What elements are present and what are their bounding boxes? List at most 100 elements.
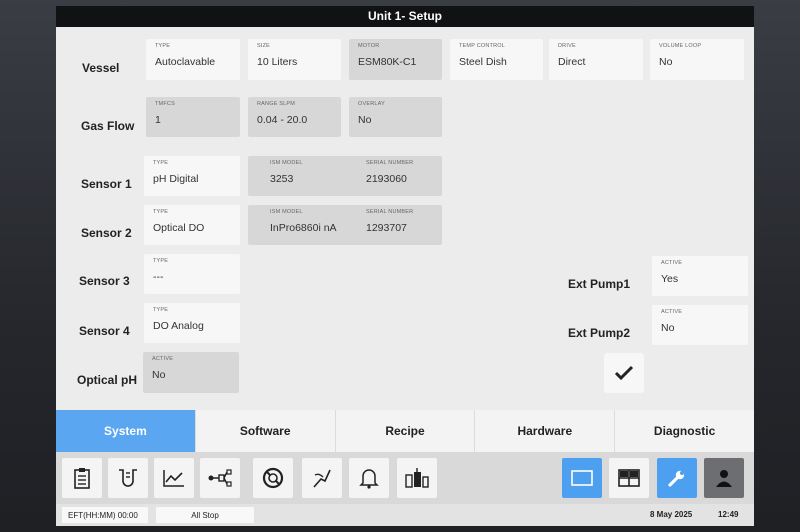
ext-pump1-active-field[interactable]: ACTIVE Yes: [652, 256, 748, 296]
setup-button[interactable]: [657, 458, 697, 498]
confirm-button[interactable]: [604, 353, 644, 393]
sensor3-type-field[interactable]: TYPE ---: [144, 254, 240, 294]
probe-button[interactable]: [302, 458, 342, 498]
field-value: DO Analog: [153, 320, 204, 332]
field-label: VOLUME LOOP: [659, 43, 702, 49]
ext-pump1-label: Ext Pump1: [568, 277, 631, 291]
row-label-gasflow: Gas Flow: [81, 119, 135, 133]
field-value: Yes: [661, 273, 679, 285]
user-icon: [716, 470, 732, 487]
sensor4-type-field[interactable]: TYPE DO Analog: [144, 303, 240, 343]
field-value: 10 Liters: [257, 56, 298, 68]
trend-button[interactable]: [154, 458, 194, 498]
optical-ph-active-field[interactable]: ACTIVE No: [143, 352, 239, 393]
vessel-temp-control-field[interactable]: TEMP CONTROL Steel Dish: [450, 39, 543, 80]
gasflow-range-field[interactable]: RANGE SLPM 0.04 - 20.0: [248, 97, 341, 137]
tab-hardware[interactable]: Hardware: [475, 410, 616, 452]
row-label-sensor2: Sensor 2: [81, 226, 132, 240]
row-label-sensor4: Sensor 4: [79, 324, 130, 338]
flow-button[interactable]: [200, 458, 240, 498]
screen: Unit 1- Setup Vessel TYPE Autoclavable S…: [56, 6, 754, 526]
flow-diagram-icon: [208, 469, 232, 487]
tab-recipe[interactable]: Recipe: [336, 410, 476, 452]
field-label: TYPE: [153, 209, 169, 215]
clipboard-button[interactable]: [62, 458, 102, 498]
vessel-volume-loop-field[interactable]: VOLUME LOOP No: [650, 39, 744, 80]
bioreactor-icon: [405, 468, 429, 488]
field-label: OVERLAY: [358, 101, 385, 107]
clipboard-icon: [74, 468, 90, 489]
field-value: pH Digital: [153, 173, 199, 185]
tab-system[interactable]: System: [56, 410, 196, 452]
field-value: 0.04 - 20.0: [257, 114, 308, 126]
field-value: 3253: [270, 173, 294, 185]
field-label: ISM MODEL: [270, 209, 303, 215]
field-label: ISM MODEL: [270, 160, 303, 166]
field-label: TYPE: [153, 258, 169, 264]
field-value: ---: [153, 271, 164, 283]
vessel-type-field[interactable]: TYPE Autoclavable: [146, 39, 240, 80]
eft-readout: EFT(HH:MM) 00:00: [62, 507, 148, 523]
setup-panel: Vessel TYPE Autoclavable SIZE 10 Liters …: [56, 27, 754, 410]
layout-button[interactable]: [609, 458, 649, 498]
field-value: No: [661, 322, 675, 334]
tab-software[interactable]: Software: [196, 410, 336, 452]
bottom-toolbar: [56, 452, 754, 504]
field-value: InPro6860i nA: [270, 222, 337, 234]
sensor2-ism-field[interactable]: ISM MODEL InPro6860i nA SERIAL NUMBER 12…: [248, 205, 442, 245]
sensor1-type-field[interactable]: TYPE pH Digital: [144, 156, 240, 196]
vessel-button[interactable]: [108, 458, 148, 498]
sensor2-type-field[interactable]: TYPE Optical DO: [144, 205, 240, 245]
vessel-drive-field[interactable]: DRIVE Direct: [549, 39, 643, 80]
bell-icon: [359, 469, 379, 489]
tab-diagnostic[interactable]: Diagnostic: [615, 410, 754, 452]
field-label: SERIAL NUMBER: [366, 209, 414, 215]
checkmark-icon: [614, 365, 634, 381]
field-label: ACTIVE: [661, 260, 683, 266]
field-label: SERIAL NUMBER: [366, 160, 414, 166]
status-time: 12:49: [718, 510, 739, 519]
gasflow-tmfcs-field[interactable]: TMFCS 1: [146, 97, 240, 137]
row-label-vessel: Vessel: [82, 61, 120, 75]
field-label: TEMP CONTROL: [459, 43, 505, 49]
user-button[interactable]: [704, 458, 744, 498]
field-label: TYPE: [153, 160, 169, 166]
field-value: 1: [155, 114, 161, 126]
status-date: 8 May 2025: [650, 510, 693, 519]
gasflow-overlay-field[interactable]: OVERLAY No: [349, 97, 442, 137]
field-value: Optical DO: [153, 222, 205, 234]
wrench-icon: [668, 470, 685, 487]
field-label: ACTIVE: [661, 309, 683, 315]
status-bar: EFT(HH:MM) 00:00 All Stop 8 May 2025 12:…: [56, 504, 754, 526]
field-value: ESM80K-C1: [358, 56, 417, 68]
probe-icon: [313, 469, 331, 488]
field-label: TYPE: [153, 307, 169, 313]
field-label: DRIVE: [558, 43, 576, 49]
field-value: Direct: [558, 56, 586, 68]
field-value: 1293707: [366, 222, 407, 234]
lifebuoy-button[interactable]: [253, 458, 293, 498]
field-label: MOTOR: [358, 43, 380, 49]
tab-bar: System Software Recipe Hardware Diagnost…: [56, 410, 754, 452]
bioreactor-button[interactable]: [397, 458, 437, 498]
field-label: RANGE SLPM: [257, 101, 296, 107]
row-label-sensor1: Sensor 1: [81, 177, 132, 191]
field-value: 2193060: [366, 173, 407, 185]
grid-layout-icon: [618, 469, 640, 487]
display-mode-button[interactable]: [562, 458, 602, 498]
vessel-size-field[interactable]: SIZE 10 Liters: [248, 39, 341, 80]
field-value: No: [152, 369, 166, 381]
alarm-button[interactable]: [349, 458, 389, 498]
field-label: TMFCS: [155, 101, 175, 107]
field-value: Autoclavable: [155, 56, 216, 68]
vessel-motor-field[interactable]: MOTOR ESM80K-C1: [349, 39, 442, 80]
lifebuoy-icon: [262, 467, 284, 489]
all-stop-button[interactable]: All Stop: [156, 507, 254, 523]
field-label: TYPE: [155, 43, 171, 49]
field-value: Steel Dish: [459, 56, 507, 68]
ext-pump2-active-field[interactable]: ACTIVE No: [652, 305, 748, 345]
field-value: No: [358, 114, 372, 126]
field-label: ACTIVE: [152, 356, 174, 362]
vessel-icon: [119, 469, 137, 487]
sensor1-ism-field[interactable]: ISM MODEL 3253 SERIAL NUMBER 2193060: [248, 156, 442, 196]
